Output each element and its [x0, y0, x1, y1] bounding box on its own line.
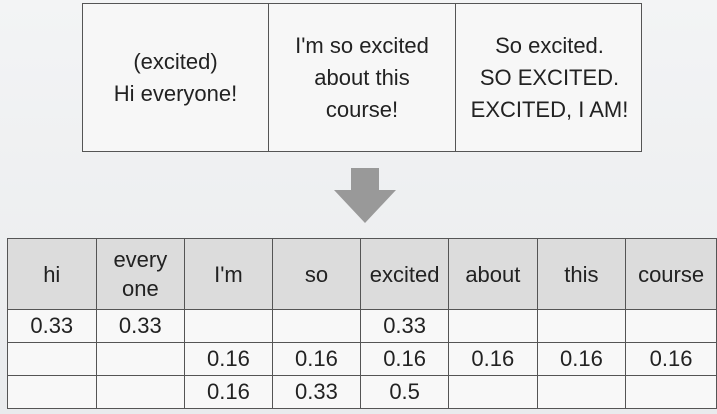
document-3: So excited. SO EXCITED. EXCITED, I AM!	[456, 4, 643, 151]
table-cell: 0.16	[271, 342, 362, 376]
table-row: 0.16 0.33 0.5	[7, 375, 717, 409]
column-header-everyone: every one	[95, 238, 186, 310]
document-line: about this	[314, 64, 410, 90]
table-cell: 0.16	[360, 342, 450, 376]
term-frequency-table: hi every one I'm so excited about this co…	[7, 238, 717, 409]
column-header-excited: excited	[360, 238, 450, 310]
column-header-im: I'm	[184, 238, 273, 310]
table-cell	[448, 309, 538, 343]
table-cell	[271, 309, 362, 343]
table-cell	[7, 375, 97, 409]
document-line: (excited)	[133, 48, 218, 74]
table-cell: 0.33	[95, 309, 186, 343]
document-line: So excited.	[495, 32, 604, 58]
column-header-about: about	[448, 238, 538, 310]
table-cell: 0.33	[271, 375, 362, 409]
table-cell: 0.33	[360, 309, 450, 343]
table-cell: 0.16	[184, 375, 273, 409]
document-line: Hi everyone!	[113, 80, 238, 106]
table-cell: 0.33	[7, 309, 97, 343]
document-line: course!	[325, 96, 399, 122]
table-cell	[95, 342, 186, 376]
table-cell	[448, 375, 538, 409]
column-header-course: course	[625, 238, 717, 310]
table-row: 0.16 0.16 0.16 0.16 0.16 0.16	[7, 342, 717, 376]
column-header-hi: hi	[7, 238, 97, 310]
document-line: I'm so excited	[295, 32, 429, 58]
document-line: SO EXCITED.	[479, 64, 620, 90]
table-cell: 0.16	[184, 342, 273, 376]
document-2: I'm so excited about this course!	[269, 4, 456, 151]
documents-panel: (excited) Hi everyone! I'm so excited ab…	[82, 3, 642, 152]
down-arrow-icon	[334, 168, 396, 223]
table-cell	[7, 342, 97, 376]
table-cell: 0.16	[625, 342, 717, 376]
column-header-so: so	[271, 238, 362, 310]
table-cell	[536, 375, 627, 409]
column-header-this: this	[536, 238, 627, 310]
document-line: EXCITED, I AM!	[470, 96, 629, 122]
table-cell	[184, 309, 273, 343]
table-cell	[625, 309, 717, 343]
table-header-row: hi every one I'm so excited about this co…	[7, 238, 717, 310]
table-cell: 0.5	[360, 375, 450, 409]
table-cell	[625, 375, 717, 409]
document-1: (excited) Hi everyone!	[83, 4, 269, 151]
table-cell: 0.16	[536, 342, 627, 376]
table-cell	[95, 375, 186, 409]
table-cell: 0.16	[448, 342, 538, 376]
table-row: 0.33 0.33 0.33	[7, 309, 717, 343]
table-cell	[536, 309, 627, 343]
